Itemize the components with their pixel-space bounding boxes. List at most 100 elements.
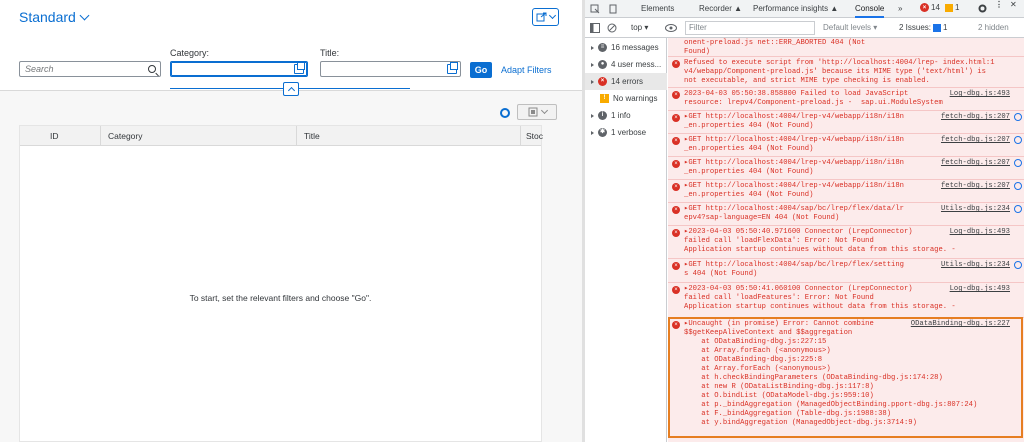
entry-text: 2023-04-03 05:50:38.858800 Failed to loa…	[684, 90, 943, 107]
close-icon[interactable]: ✕	[1010, 0, 1017, 9]
entry-text: ▸GET http://localhost:4004/lrep-v4/webap…	[684, 182, 904, 199]
table-header: ID Category Title Stoc	[20, 126, 543, 146]
console-entry[interactable]: × ▸GET http://localhost:4004/lrep-v4/weba…	[668, 133, 1024, 156]
clear-console-icon[interactable]	[607, 23, 617, 33]
results-table: ID Category Title Stoc To start, set the…	[19, 125, 543, 442]
context-label: top	[631, 23, 643, 32]
console-toolbar: top ▾ Filter Default levels ▾ 2 Issues: …	[585, 18, 1024, 38]
network-icon[interactable]	[1014, 113, 1022, 121]
title-label: Title:	[320, 48, 340, 58]
source-link[interactable]: ODataBinding-dbg.js:227	[910, 320, 1010, 329]
tab-performance-insights[interactable]: Performance insights ▲	[753, 0, 838, 18]
source-link[interactable]: Log-dbg.js:493	[949, 90, 1010, 99]
error-count: 14	[931, 3, 940, 12]
sidebar-item-label: 1 info	[611, 111, 631, 120]
network-icon[interactable]	[1014, 205, 1022, 213]
network-icon[interactable]	[1014, 136, 1022, 144]
source-link[interactable]: fetch-dbg.js:207	[940, 136, 1010, 145]
tab-console[interactable]: Console	[855, 0, 885, 18]
search-input[interactable]: Search	[19, 61, 161, 77]
value-help-icon[interactable]	[294, 62, 305, 74]
source-link[interactable]: Utils-dbg.js:234	[940, 205, 1010, 214]
expand-icon	[591, 62, 594, 67]
console-entry[interactable]: × ▸GET http://localhost:4004/sap/bc/lrep/…	[668, 202, 1024, 225]
entry-text: onent-preload.js net::ERR_ABORTED 404 (N…	[684, 39, 866, 56]
search-icon	[148, 65, 156, 73]
expand-icon	[591, 113, 594, 118]
console-entry[interactable]: × ▸GET http://localhost:4004/lrep-v4/weba…	[668, 156, 1024, 179]
tab-recorder[interactable]: Recorder ▲	[699, 0, 742, 18]
source-link[interactable]: Log-dbg.js:493	[949, 228, 1010, 237]
filter-input[interactable]: Filter	[685, 21, 815, 35]
filter-placeholder: Filter	[689, 23, 707, 32]
warning-badge[interactable]: 1	[945, 3, 959, 12]
sidebar-item-warnings[interactable]: ! No warnings	[585, 90, 667, 107]
sidebar-item-label: 1 verbose	[611, 128, 647, 137]
error-icon: ×	[672, 262, 680, 270]
source-link[interactable]: fetch-dbg.js:207	[940, 182, 1010, 191]
hidden-count: 2 hidden	[978, 23, 1009, 32]
device-toolbar-icon[interactable]	[608, 4, 618, 14]
sidebar-item-verbose[interactable]: ✱ 1 verbose	[585, 124, 667, 141]
inspect-icon[interactable]	[590, 4, 600, 14]
console-entry[interactable]: × ▸GET http://localhost:4004/lrep-v4/weba…	[668, 179, 1024, 202]
network-icon[interactable]	[1014, 159, 1022, 167]
chevron-up-icon	[287, 86, 295, 94]
issues-button[interactable]: 2 Issues: 1	[899, 23, 947, 32]
console-entry[interactable]: × ▸Uncaught (in promise) Error: Cannot co…	[668, 317, 1024, 442]
network-icon[interactable]	[1014, 182, 1022, 190]
console-sidebar: ≡ 16 messages ● 4 user mess... × 14 errors …	[585, 38, 667, 442]
sidebar-item-user-messages[interactable]: ● 4 user mess...	[585, 56, 667, 73]
settings-gear-icon[interactable]	[500, 108, 510, 118]
share-icon	[536, 12, 547, 22]
tab-elements[interactable]: Elements	[641, 0, 674, 18]
eye-icon[interactable]	[665, 24, 677, 32]
sidebar-item-messages[interactable]: ≡ 16 messages	[585, 39, 667, 56]
column-title[interactable]: Title	[298, 126, 320, 146]
kebab-menu-icon[interactable]: ⋮	[995, 0, 1003, 9]
more-tabs-button[interactable]: »	[898, 0, 902, 18]
context-selector[interactable]: top ▾	[631, 23, 648, 32]
default-levels-dropdown[interactable]: Default levels ▾	[823, 23, 877, 32]
gear-icon[interactable]	[977, 3, 988, 14]
console-entry[interactable]: onent-preload.js net::ERR_ABORTED 404 (N…	[668, 38, 1024, 56]
list-icon: ≡	[598, 43, 607, 52]
console-entry[interactable]: × ▸GET http://localhost:4004/sap/bc/lrep/…	[668, 258, 1024, 282]
error-icon: ×	[672, 286, 680, 294]
source-link[interactable]: Utils-dbg.js:234	[940, 261, 1010, 270]
error-icon: ×	[672, 160, 680, 168]
export-button[interactable]	[517, 104, 557, 120]
source-link[interactable]: fetch-dbg.js:207	[940, 113, 1010, 122]
chevron-down-icon	[540, 106, 548, 114]
console-entry[interactable]: × ▸GET http://localhost:4004/lrep-v4/weba…	[668, 110, 1024, 133]
column-category[interactable]: Category	[102, 126, 143, 146]
adapt-filters-link[interactable]: Adapt Filters	[501, 65, 552, 75]
go-button[interactable]: Go	[470, 62, 492, 78]
expand-icon	[591, 45, 594, 50]
source-link[interactable]: Log-dbg.js:493	[949, 285, 1010, 294]
sidebar-item-errors[interactable]: × 14 errors	[585, 73, 667, 90]
console-entry[interactable]: × ▸2023-04-03 05:50:41.060100 Connector (…	[668, 282, 1024, 317]
column-stock[interactable]: Stoc	[520, 126, 543, 146]
sidebar-toggle-icon[interactable]	[590, 23, 600, 33]
sidebar-item-info[interactable]: i 1 info	[585, 107, 667, 124]
sidebar-item-label: No warnings	[613, 94, 658, 103]
variant-title: Standard	[19, 9, 76, 25]
title-field[interactable]	[320, 61, 461, 77]
expand-icon	[591, 130, 594, 135]
entry-text: ▸GET http://localhost:4004/lrep-v4/webap…	[684, 136, 904, 153]
share-button[interactable]	[532, 8, 559, 26]
console-entry[interactable]: × ▸2023-04-03 05:50:40.971600 Connector (…	[668, 225, 1024, 258]
network-icon[interactable]	[1014, 261, 1022, 269]
variant-selector[interactable]: Standard	[19, 9, 90, 25]
value-help-icon[interactable]	[447, 62, 458, 74]
error-badge[interactable]: × 14	[920, 3, 940, 12]
console-entry[interactable]: × 2023-04-03 05:50:38.858800 Failed to lo…	[668, 87, 1024, 110]
console-entry[interactable]: × Refused to execute script from 'http://…	[668, 56, 1024, 87]
console-log: onent-preload.js net::ERR_ABORTED 404 (N…	[668, 38, 1024, 442]
column-id[interactable]: ID	[44, 126, 59, 146]
source-link[interactable]: fetch-dbg.js:207	[940, 159, 1010, 168]
collapse-header-button[interactable]	[283, 82, 299, 96]
category-field[interactable]	[170, 61, 308, 77]
sidebar-item-label: 4 user mess...	[611, 60, 662, 69]
